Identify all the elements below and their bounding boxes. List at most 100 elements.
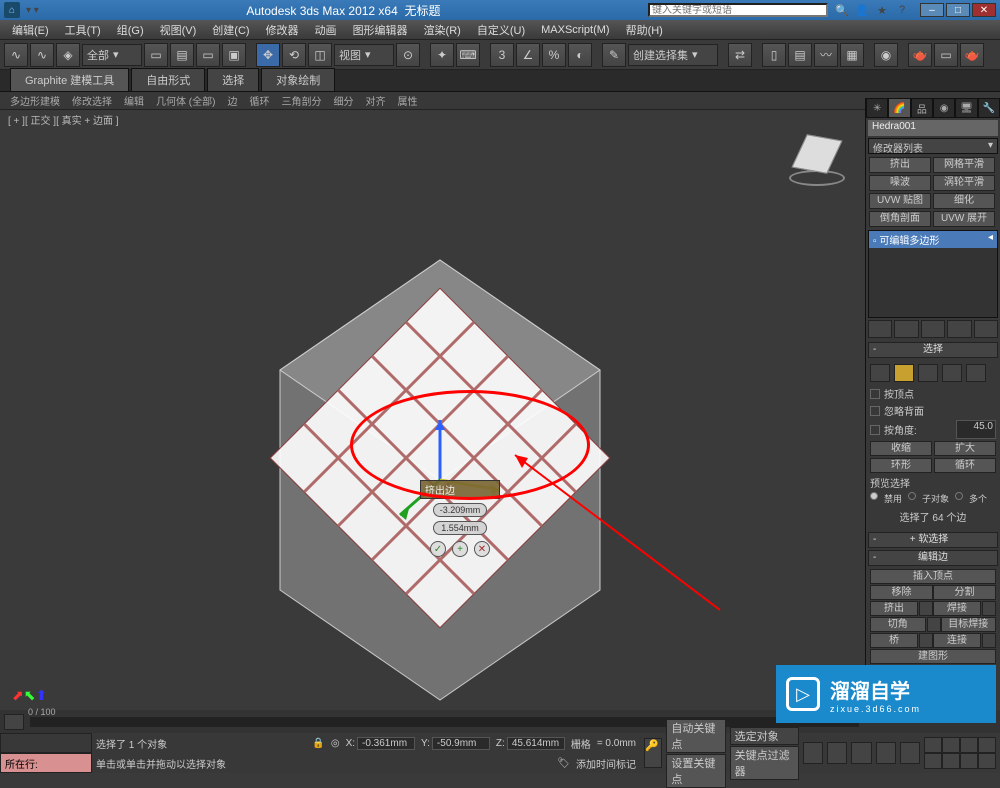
nav-region-icon[interactable] bbox=[924, 753, 942, 769]
mod-noise[interactable]: 噪波 bbox=[869, 175, 931, 191]
snap-toggle-icon[interactable]: 3 bbox=[490, 43, 514, 67]
layer-icon[interactable]: ▤ bbox=[788, 43, 812, 67]
script-mini-listener[interactable] bbox=[0, 733, 92, 753]
pin-stack-icon[interactable] bbox=[868, 320, 892, 338]
manipulate-icon[interactable]: ✦ bbox=[430, 43, 454, 67]
caddy-cancel-button[interactable]: ✕ bbox=[474, 541, 490, 557]
lock-icon[interactable]: 🔒 bbox=[312, 738, 324, 749]
unlink-icon[interactable]: ∿ bbox=[30, 43, 54, 67]
window-crossing-icon[interactable]: ▣ bbox=[222, 43, 246, 67]
menu-rendering[interactable]: 渲染(R) bbox=[416, 22, 469, 38]
ribbon-tab-graphite[interactable]: Graphite 建模工具 bbox=[10, 68, 129, 91]
spinner-snap-icon[interactable]: ◐ bbox=[568, 43, 592, 67]
ribbon-panel[interactable]: 三角剖分 bbox=[281, 93, 321, 108]
menu-help[interactable]: 帮助(H) bbox=[618, 22, 671, 38]
menu-grapheditors[interactable]: 图形编辑器 bbox=[345, 22, 416, 38]
tab-display-icon[interactable]: 🖥 bbox=[955, 98, 977, 118]
menu-tools[interactable]: 工具(T) bbox=[57, 22, 109, 38]
setkey-button[interactable]: 设置关键点 bbox=[666, 754, 725, 788]
ribbon-tab-objectpaint[interactable]: 对象绘制 bbox=[261, 68, 335, 91]
tab-hierarchy-icon[interactable]: 品 bbox=[911, 98, 933, 118]
viewport[interactable]: [ + ][ 正交 ][ 真实 + 边面 ] 挤出边 -3.209mm 1.55… bbox=[0, 110, 865, 710]
stack-editable-poly[interactable]: ▫ 可编辑多边形◂ bbox=[869, 231, 997, 248]
select-region-icon[interactable]: ▭ bbox=[196, 43, 220, 67]
keyboard-shortcut-icon[interactable]: ⌨ bbox=[456, 43, 480, 67]
nav-pan2-icon[interactable] bbox=[942, 753, 960, 769]
favorites-icon[interactable]: ★ bbox=[874, 3, 890, 17]
ribbon-panel[interactable]: 几何体 (全部) bbox=[156, 93, 215, 108]
loop-button[interactable]: 循环 bbox=[934, 458, 996, 473]
rollout-selection-header[interactable]: 选择 bbox=[868, 342, 998, 358]
mod-uvwmap[interactable]: UVW 贴图 bbox=[869, 193, 931, 209]
set-key-icon[interactable]: 🔑 bbox=[644, 738, 662, 768]
signin-icon[interactable]: 👤 bbox=[854, 3, 870, 17]
preview-off-radio[interactable] bbox=[870, 492, 878, 500]
script-output[interactable]: 所在行: bbox=[0, 753, 92, 773]
render-icon[interactable]: 🫖 bbox=[960, 43, 984, 67]
render-setup-icon[interactable]: 🫖 bbox=[908, 43, 932, 67]
menu-views[interactable]: 视图(V) bbox=[152, 22, 205, 38]
nav-max-icon[interactable] bbox=[978, 753, 996, 769]
ribbon-tab-freeform[interactable]: 自由形式 bbox=[131, 68, 205, 91]
selection-filter[interactable]: 全部▾ bbox=[82, 44, 142, 66]
nav-fov-icon[interactable] bbox=[960, 737, 978, 753]
menu-animation[interactable]: 动画 bbox=[307, 22, 345, 38]
bridge-settings-icon[interactable] bbox=[919, 633, 933, 648]
tab-motion-icon[interactable]: ◉ bbox=[933, 98, 955, 118]
ribbon-panel[interactable]: 细分 bbox=[333, 93, 353, 108]
time-slider-track[interactable] bbox=[30, 717, 859, 727]
show-end-icon[interactable] bbox=[894, 320, 918, 338]
ribbon-tab-selection[interactable]: 选择 bbox=[207, 68, 259, 91]
mod-meshsmooth[interactable]: 网格平滑 bbox=[933, 157, 995, 173]
nav-pan-icon[interactable] bbox=[924, 737, 942, 753]
subobj-border-icon[interactable] bbox=[918, 364, 938, 382]
viewport-label[interactable]: [ + ][ 正交 ][ 真实 + 边面 ] bbox=[8, 112, 119, 127]
connect-button[interactable]: 连接 bbox=[933, 633, 981, 648]
z-coord-input[interactable]: 45.614mm bbox=[507, 737, 565, 750]
autokey-button[interactable]: 自动关键点 bbox=[666, 719, 725, 753]
menu-edit[interactable]: 编辑(E) bbox=[4, 22, 57, 38]
select-icon[interactable]: ▭ bbox=[144, 43, 168, 67]
mod-unwrap[interactable]: UVW 展开 bbox=[933, 211, 995, 227]
material-editor-icon[interactable]: ◉ bbox=[874, 43, 898, 67]
ribbon-panel[interactable]: 循环 bbox=[249, 93, 269, 108]
weld-settings-icon[interactable] bbox=[982, 601, 996, 616]
preview-multi-radio[interactable] bbox=[955, 492, 963, 500]
curve-editor-icon[interactable]: 〰 bbox=[814, 43, 838, 67]
menu-group[interactable]: 组(G) bbox=[109, 22, 152, 38]
play-icon[interactable] bbox=[851, 742, 871, 764]
extrude-settings-icon[interactable] bbox=[919, 601, 933, 616]
ribbon-panel[interactable]: 多边形建模 bbox=[10, 93, 60, 108]
move-icon[interactable]: ✥ bbox=[256, 43, 280, 67]
y-coord-input[interactable]: -50.9mm bbox=[432, 737, 490, 750]
caddy-apply-button[interactable]: + bbox=[452, 541, 468, 557]
nav-orbit-icon[interactable] bbox=[960, 753, 978, 769]
rollout-editedges-header[interactable]: 编辑边 bbox=[868, 550, 998, 566]
key-target-dropdown[interactable]: 选定对象 bbox=[730, 727, 799, 745]
nav-zoom-icon[interactable] bbox=[942, 737, 960, 753]
remove-mod-icon[interactable] bbox=[947, 320, 971, 338]
preview-subobj-radio[interactable] bbox=[908, 492, 916, 500]
subobj-element-icon[interactable] bbox=[966, 364, 986, 382]
by-vertex-checkbox[interactable] bbox=[870, 389, 880, 399]
tab-create-icon[interactable]: ✳ bbox=[866, 98, 888, 118]
modifier-list-dropdown[interactable]: 修改器列表▾ bbox=[868, 138, 998, 154]
goto-end-icon[interactable] bbox=[900, 742, 920, 764]
link-icon[interactable]: ∿ bbox=[4, 43, 28, 67]
timeline-button[interactable] bbox=[4, 714, 24, 730]
ribbon-panel[interactable]: 边 bbox=[227, 93, 237, 108]
rollout-softsel-header[interactable]: + 软选择 bbox=[868, 532, 998, 548]
split-button[interactable]: 分割 bbox=[933, 585, 996, 600]
remove-button[interactable]: 移除 bbox=[870, 585, 933, 600]
menu-modifiers[interactable]: 修改器 bbox=[258, 22, 307, 38]
unique-icon[interactable] bbox=[921, 320, 945, 338]
mod-turbosmooth[interactable]: 涡轮平滑 bbox=[933, 175, 995, 191]
chamfer-button[interactable]: 切角 bbox=[870, 617, 926, 632]
angle-snap-icon[interactable]: ∠ bbox=[516, 43, 540, 67]
viewcube[interactable] bbox=[787, 130, 847, 190]
prev-frame-icon[interactable] bbox=[827, 742, 847, 764]
connect-settings-icon[interactable] bbox=[982, 633, 996, 648]
pivot-icon[interactable]: ⊙ bbox=[396, 43, 420, 67]
mod-bevel[interactable]: 倒角剖面 bbox=[869, 211, 931, 227]
ribbon-panel[interactable]: 编辑 bbox=[124, 93, 144, 108]
